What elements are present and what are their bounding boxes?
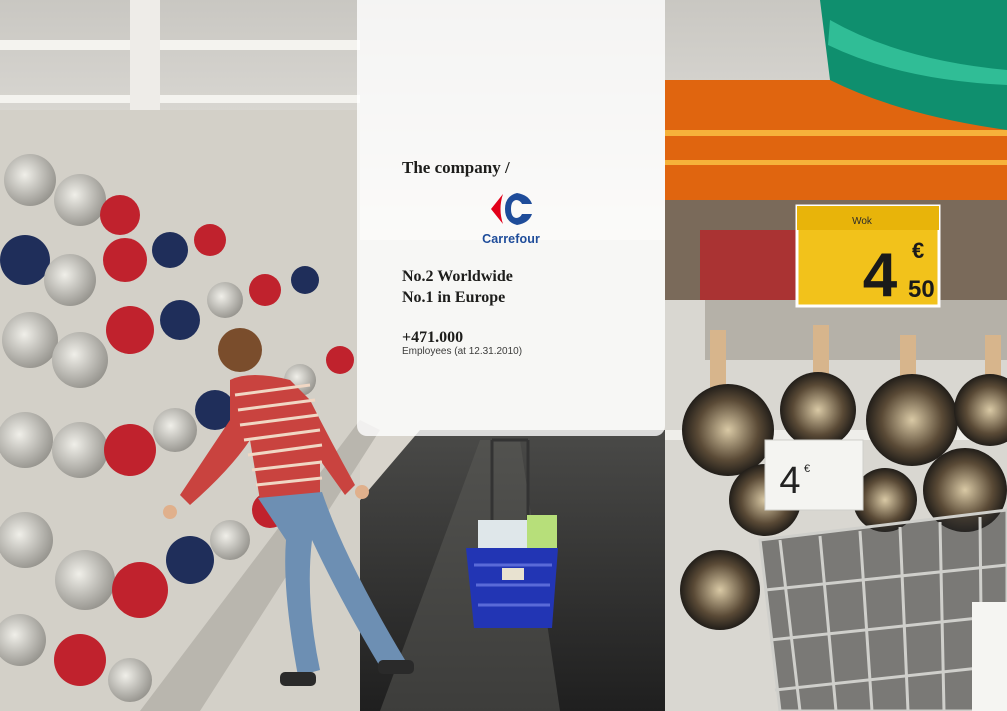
small-sign-currency: €: [804, 463, 810, 475]
wok-sign-currency: €: [912, 238, 924, 263]
carrefour-logo-icon: [491, 193, 532, 225]
carrefour-wordmark: Carrefour: [482, 232, 540, 246]
small-sign-price-int: 4: [779, 460, 800, 502]
wok-sign-product: Wok: [852, 216, 873, 227]
wok-sign-price-int: 4: [863, 241, 898, 310]
ranking-europe: No.1 in Europe: [402, 289, 506, 306]
section-heading: The company /: [402, 158, 510, 177]
info-panel: The company / Carrefour No.2 Worldwide N…: [357, 0, 665, 436]
employee-count-label: Employees (at 12.31.2010): [402, 346, 523, 357]
employee-count: +471.000: [402, 329, 464, 346]
small-price-sign: 4 €: [764, 439, 864, 511]
carrefour-logo: Carrefour: [475, 192, 547, 250]
wok-price-sign: Wok 4 € 50: [795, 204, 941, 310]
wire-bin: [758, 508, 1007, 711]
ranking-worldwide: No.2 Worldwide: [402, 268, 513, 285]
wok-sign-price-cents: 50: [908, 276, 935, 303]
